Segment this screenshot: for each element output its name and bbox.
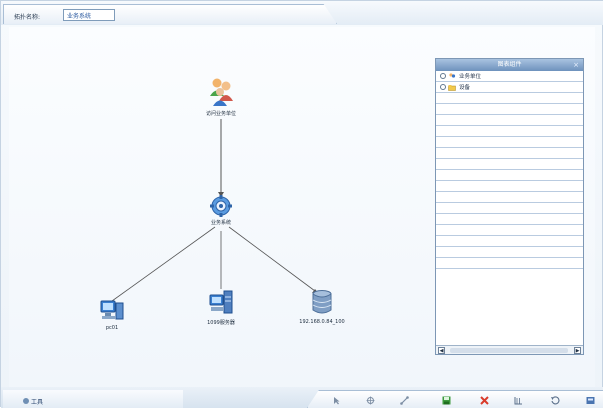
topology-canvas[interactable]: 访问业务单位 业务系统 pc01 1099服务器 192.168.0.84_10… [9,27,595,387]
grid-toggle-icon[interactable] [513,395,524,406]
computer-icon [100,300,124,320]
legend-empty-row [436,126,583,137]
pan-tool-icon[interactable] [365,395,376,406]
node-users[interactable]: 访问业务单位 [197,76,245,117]
legend-empty-row [436,137,583,148]
close-icon[interactable]: × [573,59,579,71]
legend-empty-row [436,203,583,214]
pointer-tool-icon[interactable] [331,395,342,406]
expand-toggle-icon[interactable] [440,73,446,79]
legend-empty-row [436,104,583,115]
node-service[interactable]: 业务系统 [197,195,245,226]
horizontal-scrollbar[interactable]: ◀ ▶ [436,345,583,354]
legend-empty-row [436,258,583,269]
node-pc[interactable]: pc01 [89,297,135,331]
legend-empty-row [436,148,583,159]
node-label: 1099服务器 [207,320,235,326]
user-group-icon [210,78,233,106]
topology-editor-window: 拓扑名称: 访问业务单位 [0,0,603,408]
scroll-thumb[interactable] [450,348,568,353]
delete-icon[interactable] [479,395,490,406]
legend-empty-row [436,236,583,247]
legend-empty-row [436,214,583,225]
node-label: 访问业务单位 [205,111,236,117]
legend-header: 图表组件 × [436,59,583,71]
node-label: pc01 [105,325,119,331]
legend-item-label: 业务单位 [459,74,482,80]
node-label: 业务系统 [210,220,231,226]
link-service-db[interactable] [228,226,316,292]
refresh-icon[interactable] [549,395,560,406]
database-icon [312,290,332,314]
legend-empty-row [436,247,583,258]
legend-empty-row [436,115,583,126]
export-icon[interactable] [585,395,596,406]
legend-empty-row [436,170,583,181]
scroll-right-icon[interactable]: ▶ [574,347,581,354]
legend-empty-row [436,93,583,104]
legend-empty-rows [436,93,583,269]
legend-panel: 图表组件 × 业务单位 设备 ◀ ▶ [435,58,584,355]
legend-item-label: 设备 [459,85,471,91]
topology-name-label: 拓扑名称: [14,14,41,21]
top-toolbar: 拓扑名称: [1,1,603,25]
save-icon[interactable] [441,395,452,406]
folder-icon [448,84,456,91]
legend-title: 图表组件 [497,61,522,68]
node-server[interactable]: 1099服务器 [197,289,245,326]
legend-empty-row [436,159,583,170]
bottom-toolbar: 工具 [1,387,603,408]
status-icon [23,398,29,404]
server-icon [209,290,233,314]
node-database[interactable]: 192.168.0.84_100 [287,289,357,325]
topology-name-input[interactable] [63,9,115,21]
expand-toggle-icon[interactable] [440,84,446,90]
bottom-left-tab [3,390,183,408]
scroll-left-icon[interactable]: ◀ [438,347,445,354]
link-tool-icon[interactable] [399,395,410,406]
legend-empty-row [436,192,583,203]
legend-empty-row [436,181,583,192]
node-label: 192.168.0.84_100 [299,319,345,325]
status-text: 工具 [31,399,44,406]
user-group-icon [449,72,456,78]
legend-item-units[interactable]: 业务单位 [436,71,583,82]
toolbar-tab [3,4,337,24]
legend-empty-row [436,225,583,236]
legend-item-devices[interactable]: 设备 [436,82,583,93]
gear-service-icon [210,195,232,217]
